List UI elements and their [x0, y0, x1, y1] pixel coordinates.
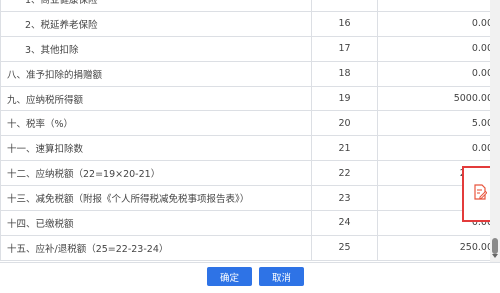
scrollbar-thumb[interactable]	[492, 238, 498, 254]
row-line: 19	[311, 85, 378, 112]
row-line: 23	[311, 185, 378, 212]
row-line: 21	[311, 135, 378, 162]
table-row: 十五、应补/退税额（25=22-23-24） 25 250.00	[0, 234, 490, 261]
row-amount[interactable]: 0.00	[377, 10, 490, 37]
row-line: 18	[311, 60, 378, 87]
row-line: 25	[311, 234, 378, 261]
row-amount[interactable]: 0.00	[377, 35, 490, 62]
table-row: 十四、已缴税额 24 0.00	[0, 210, 490, 236]
table-row: 十、税率（%） 20 5.00	[0, 110, 490, 137]
table-row: 八、准予扣除的捐赠额 18 0.00	[0, 60, 490, 87]
row-line: 22	[311, 160, 378, 187]
row-name: 八、准予扣除的捐赠额	[0, 60, 312, 87]
row-name: 1、商业健康保险	[0, 0, 312, 12]
confirm-button[interactable]: 确定	[207, 267, 252, 286]
table-row: 3、其他扣除 17 0.00	[0, 35, 490, 62]
cancel-button[interactable]: 取消	[259, 267, 304, 286]
table-row: 2、税延养老保险 16 0.00	[0, 10, 490, 37]
table-row: 十一、速算扣除数 21 0.00	[0, 135, 490, 162]
row-amount[interactable]: 5.00	[377, 110, 490, 137]
row-name: 十一、速算扣除数	[0, 135, 312, 162]
row-line: 20	[311, 110, 378, 137]
table-row: 十二、应纳税额（22=19×20-21） 22 250.00	[0, 160, 490, 187]
row-line: 24	[311, 210, 378, 236]
row-amount[interactable]: 0.00	[377, 60, 490, 87]
row-name: 十二、应纳税额（22=19×20-21）	[0, 160, 312, 187]
edit-document-icon[interactable]	[473, 184, 488, 200]
row-line: 16	[311, 10, 378, 37]
row-name: 2、税延养老保险	[0, 10, 312, 37]
row-name: 3、其他扣除	[0, 35, 312, 62]
table-row: 1、商业健康保险	[0, 0, 490, 12]
row-amount	[377, 0, 490, 12]
table-row: 十三、减免税额（附报《个人所得税减免税事项报告表》） 23 0.00	[0, 185, 490, 212]
row-name: 十五、应补/退税额（25=22-23-24）	[0, 234, 312, 261]
tax-items-table: 1、商业健康保险 2、税延养老保险 16 0.00 3、其他扣除 17 0.00…	[0, 0, 490, 261]
row-amount[interactable]: 0.00	[377, 135, 490, 162]
scroll-down-arrow-icon[interactable]	[492, 254, 498, 258]
row-amount[interactable]: 5000.00	[377, 85, 490, 112]
row-line	[311, 0, 378, 12]
vertical-scrollbar[interactable]	[490, 0, 500, 262]
row-name: 九、应纳税所得额	[0, 85, 312, 112]
row-amount[interactable]: 250.00	[377, 234, 490, 261]
row-name: 十、税率（%）	[0, 110, 312, 137]
row-name: 十三、减免税额（附报《个人所得税减免税事项报告表》）	[0, 185, 312, 212]
table-row: 九、应纳税所得额 19 5000.00	[0, 85, 490, 112]
row-line: 17	[311, 35, 378, 62]
tax-form-panel: 1、商业健康保险 2、税延养老保险 16 0.00 3、其他扣除 17 0.00…	[0, 0, 490, 262]
row-name: 十四、已缴税额	[0, 210, 312, 236]
